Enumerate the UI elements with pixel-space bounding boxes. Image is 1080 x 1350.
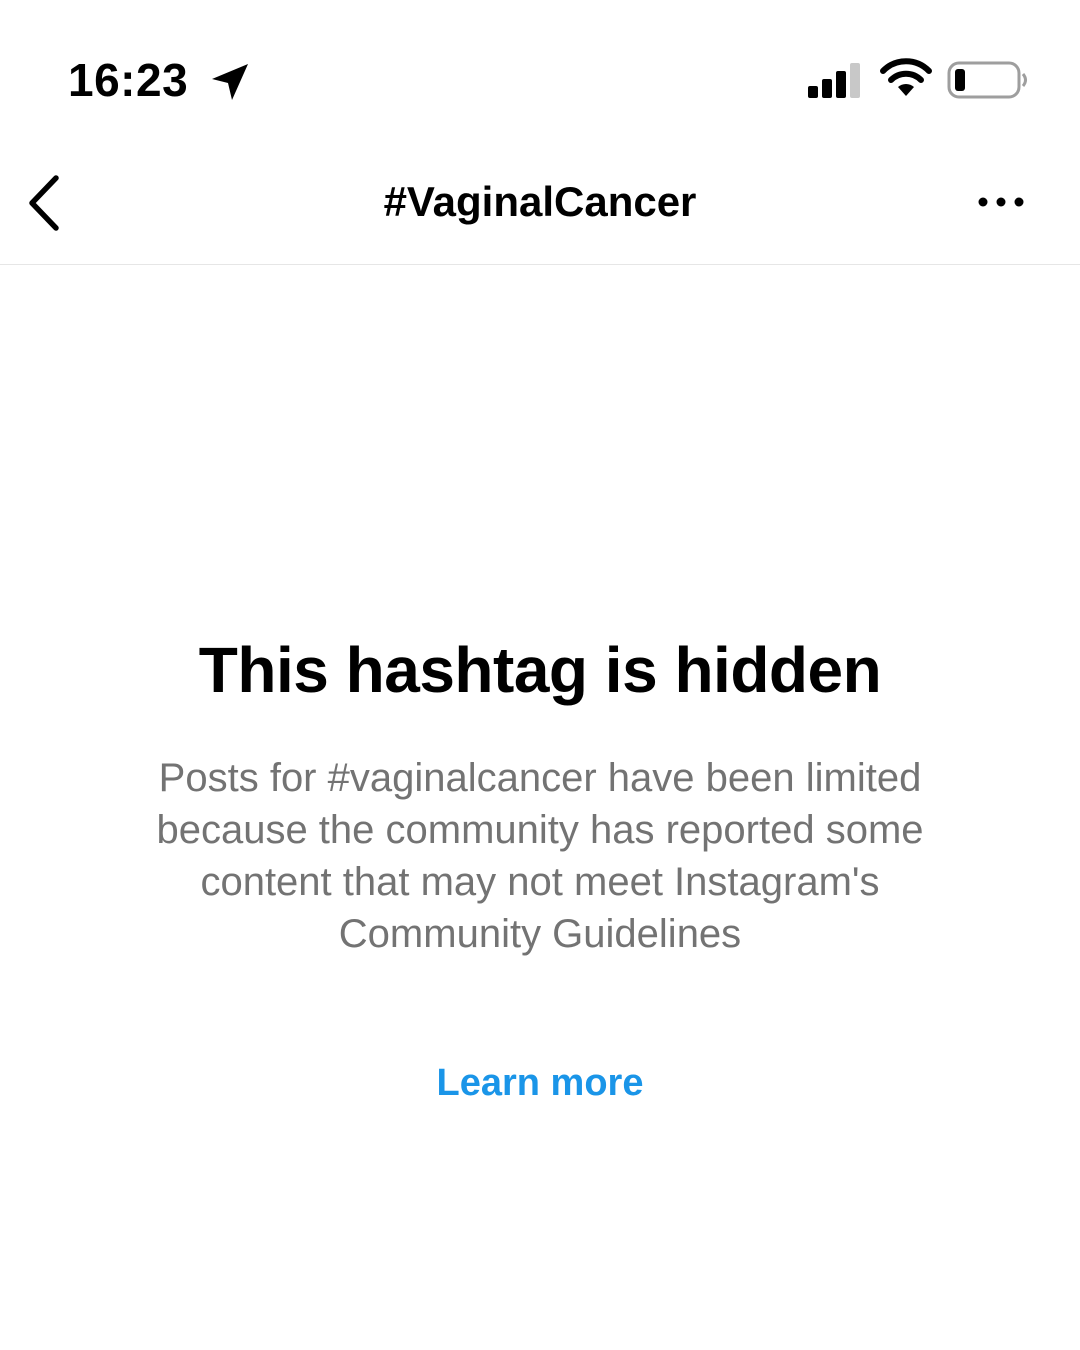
more-options-button[interactable] (968, 180, 1034, 224)
nav-header: #VaginalCancer (0, 140, 1080, 265)
more-horizontal-icon (978, 197, 1024, 207)
status-time: 16:23 (68, 54, 189, 106)
notice-heading: This hashtag is hidden (198, 634, 882, 706)
page-title: #VaginalCancer (383, 178, 697, 225)
status-bar: 16:23 (0, 0, 1080, 130)
location-arrow-icon (212, 64, 248, 100)
learn-more-link[interactable]: Learn more (437, 1058, 644, 1108)
wifi-icon (880, 58, 932, 96)
cellular-signal-icon (808, 63, 860, 98)
hidden-hashtag-notice: This hashtag is hidden Posts for #vagina… (0, 620, 1080, 1108)
battery-low-icon (947, 61, 1027, 99)
notice-message: Posts for #vaginalcancer have been limit… (156, 756, 924, 956)
